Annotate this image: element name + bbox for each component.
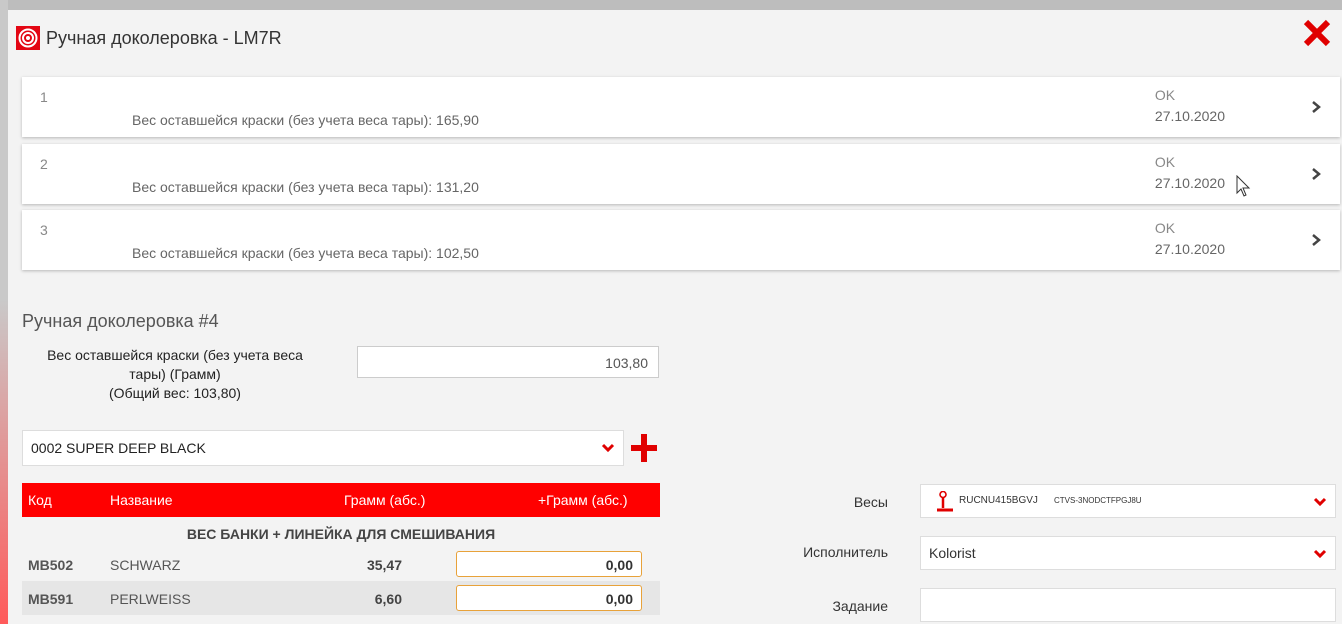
chevron-down-icon[interactable] [1313,497,1327,507]
weight-label-line-1: Вес оставшейся краски (без учета веса [47,347,303,363]
scale-select[interactable]: RUCNU415BGVJ CTVS-3NODCTFPGJ8U [920,484,1336,518]
scale-label: Весы [853,494,888,510]
history-row-status: OK 27.10.2020 [1105,87,1225,124]
colorants-table: Код Название Грамм (абс.) +Грамм (абс.) … [22,483,660,615]
chevron-right-icon[interactable] [1310,99,1322,115]
close-icon[interactable] [1302,18,1332,48]
plus-icon[interactable] [628,430,660,466]
close-button[interactable] [1302,18,1332,48]
table-group-row: ВЕС БАНКИ + ЛИНЕЙКА ДЛЯ СМЕШИВАНИЯ [22,517,660,547]
header-name: Название [110,492,173,508]
table-header: Код Название Грамм (абс.) +Грамм (абс.) [22,483,660,517]
scale-icon [937,491,953,512]
history-row-number: 3 [40,222,48,238]
operator-value: Kolorist [929,545,976,561]
history-row-number: 2 [40,156,48,172]
frame-left-border [0,300,8,624]
status-text: OK [1154,220,1176,236]
dialog-header: Ручная доколеровка - LM7R [16,25,282,51]
operator-label: Исполнитель [803,544,888,560]
cell-name: SCHWARZ [110,557,181,573]
status-text: OK [1154,87,1176,103]
scale-id: RUCNU415BGVJ [959,495,1038,506]
mouse-cursor-icon [1236,175,1251,197]
chevron-right-icon[interactable] [1310,232,1322,248]
weight-label-line-2: тары) (Грамм) [129,366,221,382]
weight-input[interactable]: 103,80 [357,346,659,378]
history-row-3[interactable]: 3 Вес оставшейся краски (без учета веса … [22,210,1340,270]
chevron-right-icon[interactable] [1310,166,1322,182]
status-date: 27.10.2020 [1154,241,1225,257]
history-row-text: Вес оставшейся краски (без учета веса та… [132,245,479,261]
chevron-down-icon[interactable] [1313,549,1327,559]
weight-label: Вес оставшейся краски (без учета веса та… [22,346,328,403]
history-row-2[interactable]: 2 Вес оставшейся краски (без учета веса … [22,144,1340,204]
plus-gram-input[interactable]: 0,00 [456,585,642,611]
task-label: Задание [832,598,888,614]
plus-gram-input[interactable]: 0,00 [456,551,642,577]
history-row-text: Вес оставшейся краски (без учета веса та… [132,179,479,195]
section-title: Ручная доколеровка #4 [22,311,219,331]
status-date: 27.10.2020 [1154,108,1225,124]
dialog-title: Ручная доколеровка - LM7R [46,27,282,48]
history-row-status: OK 27.10.2020 [1105,154,1225,191]
table-row: MB502 SCHWARZ 35,47 0,00 [22,547,660,581]
history-row-number: 1 [40,89,48,105]
target-logo-icon [16,26,40,50]
cell-gram: 6,60 [374,591,402,607]
color-select[interactable]: 0002 SUPER DEEP BLACK [22,430,624,466]
history-row-status: OK 27.10.2020 [1105,220,1225,257]
history-row-text: Вес оставшейся краски (без учета веса та… [132,112,479,128]
operator-select[interactable]: Kolorist [920,536,1336,570]
history-row-1[interactable]: 1 Вес оставшейся краски (без учета веса … [22,77,1340,137]
add-color-button[interactable] [628,430,660,466]
status-text: OK [1154,154,1176,170]
header-plus-gram: +Грамм (абс.) [538,492,628,508]
header-gram: Грамм (абс.) [344,492,426,508]
frame-top-border [8,0,1342,10]
header-code: Код [28,492,52,508]
scale-serial: CTVS-3NODCTFPGJ8U [1054,496,1142,505]
cell-code: MB591 [28,591,74,607]
cell-gram: 35,47 [366,557,402,573]
color-select-value: 0002 SUPER DEEP BLACK [31,440,206,456]
weight-label-line-3: (Общий вес: 103,80) [109,385,241,401]
cell-name: PERLWEISS [110,591,191,607]
chevron-down-icon[interactable] [601,443,615,453]
table-row: MB591 PERLWEISS 6,60 0,00 [22,581,660,615]
status-date: 27.10.2020 [1154,175,1225,191]
cell-code: MB502 [28,557,74,573]
task-input[interactable] [920,588,1336,622]
